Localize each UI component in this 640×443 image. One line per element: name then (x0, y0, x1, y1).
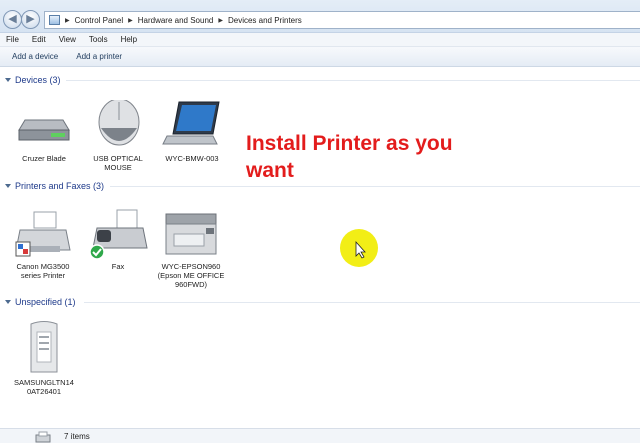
devices-and-printers-window: ◀ ▶ ▶ Control Panel ▶ Hardware and Sound… (0, 0, 640, 443)
group-divider (66, 80, 640, 81)
mouse-icon (98, 98, 140, 146)
menu-tools[interactable]: Tools (89, 35, 108, 44)
breadcrumb-separator-icon[interactable]: ▶ (218, 17, 223, 24)
multifunction-printer-icon (165, 213, 217, 255)
device-item-samsung[interactable]: SAMSUNGLTN140AT26401 (8, 320, 80, 396)
device-label: Cruzer Blade (22, 154, 66, 163)
printer-label: WYC-EPSON960 (Epson ME OFFICE 960FWD) (157, 262, 225, 289)
collapse-triangle-icon[interactable] (5, 184, 11, 188)
group-divider (110, 186, 640, 187)
cursor-highlight (340, 229, 378, 267)
forward-button[interactable]: ▶ (21, 10, 40, 29)
group-header-devices[interactable]: Devices (3) (5, 74, 61, 86)
menu-view[interactable]: View (59, 35, 76, 44)
device-label: SAMSUNGLTN140AT26401 (14, 378, 74, 396)
address-bar[interactable]: ▶ Control Panel ▶ Hardware and Sound ▶ D… (44, 11, 640, 29)
group-header-unspecified[interactable]: Unspecified (1) (5, 296, 76, 308)
device-label: USB OPTICAL MOUSE (93, 154, 143, 172)
group-title-devices: Devices (3) (15, 75, 61, 85)
printer-label: Canon MG3500 series Printer (16, 262, 70, 280)
add-device-button[interactable]: Add a device (12, 52, 58, 61)
breadcrumb-hardware-and-sound[interactable]: Hardware and Sound (138, 16, 214, 25)
generic-device-icon (30, 321, 58, 373)
printer-item-wyc-epson960[interactable]: WYC-EPSON960 (Epson ME OFFICE 960FWD) (155, 208, 227, 289)
device-label: WYC-BMW-003 (165, 154, 219, 163)
group-title-printers: Printers and Faxes (3) (15, 181, 105, 191)
back-button[interactable]: ◀ (3, 10, 22, 29)
fax-icon (89, 209, 148, 260)
overlay-caption: Install Printer as you want (246, 130, 506, 184)
menu-file[interactable]: File (6, 35, 19, 44)
group-divider (84, 302, 640, 303)
breadcrumb-separator-icon[interactable]: ▶ (65, 17, 70, 24)
collapse-triangle-icon[interactable] (5, 78, 11, 82)
printer-icon (15, 211, 71, 257)
menu-bar: File Edit View Tools Help (0, 33, 640, 47)
breadcrumb-control-panel[interactable]: Control Panel (75, 16, 123, 25)
printer-label: Fax (111, 262, 125, 271)
group-header-printers[interactable]: Printers and Faxes (3) (5, 180, 104, 192)
collapse-triangle-icon[interactable] (5, 300, 11, 304)
printer-item-canon-mg3500[interactable]: Canon MG3500 series Printer (7, 208, 79, 280)
command-toolbar: Add a device Add a printer (0, 47, 640, 67)
device-item-usb-optical-mouse[interactable]: USB OPTICAL MOUSE (82, 98, 154, 172)
forward-arrow-icon: ▶ (26, 13, 35, 25)
device-item-wyc-bmw-003[interactable]: WYC-BMW-003 (156, 100, 228, 163)
usb-drive-icon (18, 119, 70, 141)
printer-item-fax[interactable]: Fax (82, 208, 154, 271)
address-bar-area: ◀ ▶ ▶ Control Panel ▶ Hardware and Sound… (0, 0, 640, 33)
breadcrumb-separator-icon[interactable]: ▶ (128, 17, 133, 24)
status-bar: 7 items (0, 428, 640, 443)
menu-edit[interactable]: Edit (32, 35, 46, 44)
menu-help[interactable]: Help (121, 35, 137, 44)
back-arrow-icon: ◀ (8, 13, 17, 25)
item-count: 7 items (64, 431, 90, 441)
devices-status-icon (35, 431, 51, 443)
mouse-pointer-icon (355, 240, 366, 259)
add-printer-button[interactable]: Add a printer (76, 52, 122, 61)
laptop-icon (162, 101, 220, 145)
overlay-caption-text: Install Printer as you want (246, 132, 453, 182)
breadcrumb-devices-and-printers[interactable]: Devices and Printers (228, 16, 302, 25)
group-title-unspecified: Unspecified (1) (15, 297, 76, 307)
control-panel-icon (49, 15, 60, 25)
device-item-cruzer-blade[interactable]: Cruzer Blade (8, 100, 80, 163)
